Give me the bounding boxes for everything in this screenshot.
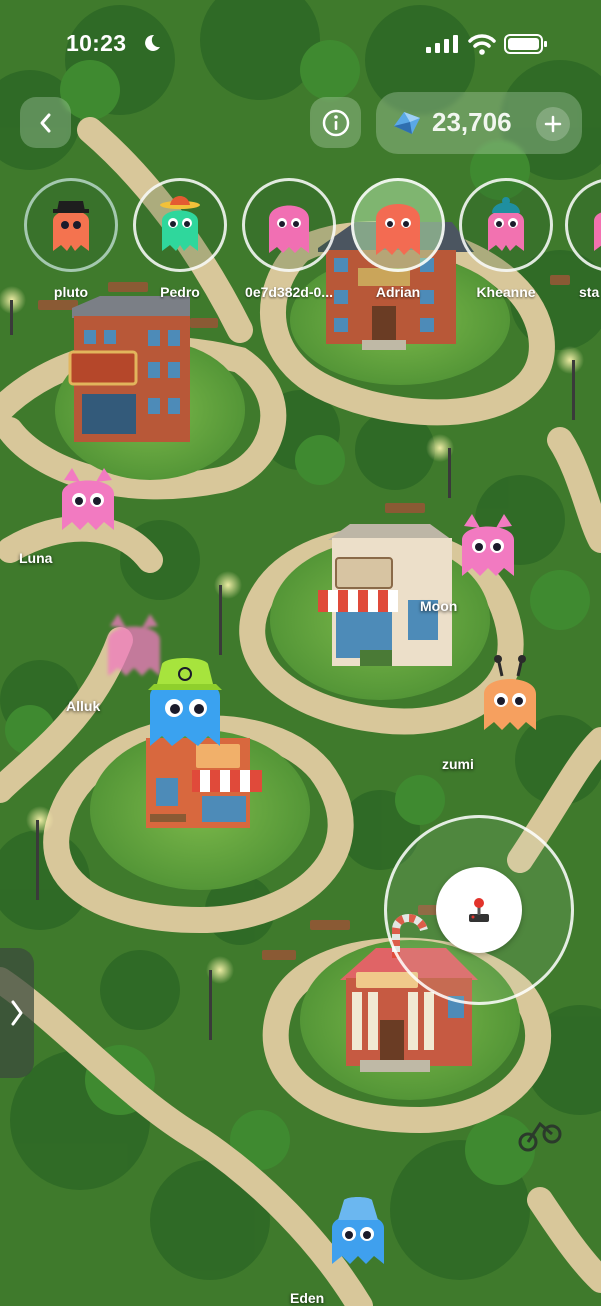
player-name-alluk: Alluk xyxy=(66,698,101,714)
status-bar: 10:23 xyxy=(0,0,601,80)
friend-name: Pedro xyxy=(160,284,200,300)
gem-count: 23,706 xyxy=(432,107,512,137)
add-gems-button[interactable] xyxy=(536,107,570,141)
gem-icon xyxy=(394,112,420,134)
back-button[interactable] xyxy=(20,97,71,148)
snack-shop-building xyxy=(146,738,262,828)
chevron-left-icon xyxy=(40,113,50,132)
friend-name: Adrian xyxy=(375,284,421,300)
friend-item[interactable]: sta xyxy=(565,178,601,300)
friend-name: Kheanne xyxy=(476,284,536,300)
friend-avatar-ring xyxy=(133,178,227,272)
ghost-avatar-icon xyxy=(484,655,536,730)
player-name-eden: Eden xyxy=(290,1290,325,1306)
ghost-avatar-icon xyxy=(594,212,601,251)
moon-icon xyxy=(145,34,160,51)
ghost-avatar-icon xyxy=(332,1197,384,1264)
friend-avatar-ring xyxy=(351,178,445,272)
friend-item[interactable]: Pedro xyxy=(131,178,229,300)
friend-item[interactable]: 0e7d382d-0... xyxy=(240,178,338,300)
ghost-avatar-icon xyxy=(462,514,514,576)
player-eden[interactable] xyxy=(328,1196,388,1266)
signal-icon xyxy=(426,35,458,53)
wifi-icon xyxy=(468,34,496,55)
player-name-luna: Luna xyxy=(19,550,53,566)
friend-item[interactable]: pluto xyxy=(22,178,120,300)
friend-avatar-ring xyxy=(459,178,553,272)
friend-name: sta xyxy=(579,284,600,300)
player-name-zumi: zumi xyxy=(442,756,474,772)
arcade-building xyxy=(68,296,190,442)
store-building xyxy=(318,524,452,666)
my-avatar[interactable] xyxy=(146,656,224,748)
ghost-avatar-icon xyxy=(62,468,114,530)
status-time: 10:23 xyxy=(66,30,127,56)
friend-name: 0e7d382d-0... xyxy=(245,284,333,300)
joystick-icon xyxy=(469,898,489,922)
plus-icon xyxy=(544,115,562,133)
ghost-avatar-icon xyxy=(269,205,309,253)
friend-avatar-ring xyxy=(565,178,601,272)
info-icon xyxy=(322,109,349,136)
friend-avatar-ring xyxy=(24,178,118,272)
friend-name: pluto xyxy=(53,284,89,300)
info-button[interactable] xyxy=(310,97,361,148)
friend-item[interactable]: Kheanne xyxy=(457,178,555,300)
joystick-knob[interactable] xyxy=(436,867,522,953)
player-name-moon: Moon xyxy=(420,598,458,614)
chevron-right-icon xyxy=(11,1000,23,1026)
friend-avatar-ring xyxy=(242,178,336,272)
ghost-avatar-icon xyxy=(148,658,222,746)
ghost-avatar-icon xyxy=(488,197,524,251)
player-zumi[interactable] xyxy=(480,654,540,732)
player-luna[interactable] xyxy=(58,466,118,532)
ghost-avatar-icon xyxy=(53,201,89,251)
side-drawer-tab[interactable] xyxy=(0,948,34,1078)
friend-item[interactable]: Adrian xyxy=(349,178,447,300)
ghost-avatar-icon xyxy=(160,196,200,251)
player-moon[interactable] xyxy=(458,512,518,578)
gem-balance: 23,706 xyxy=(376,92,582,154)
ghost-avatar-icon xyxy=(376,204,420,255)
battery-icon xyxy=(504,34,547,54)
